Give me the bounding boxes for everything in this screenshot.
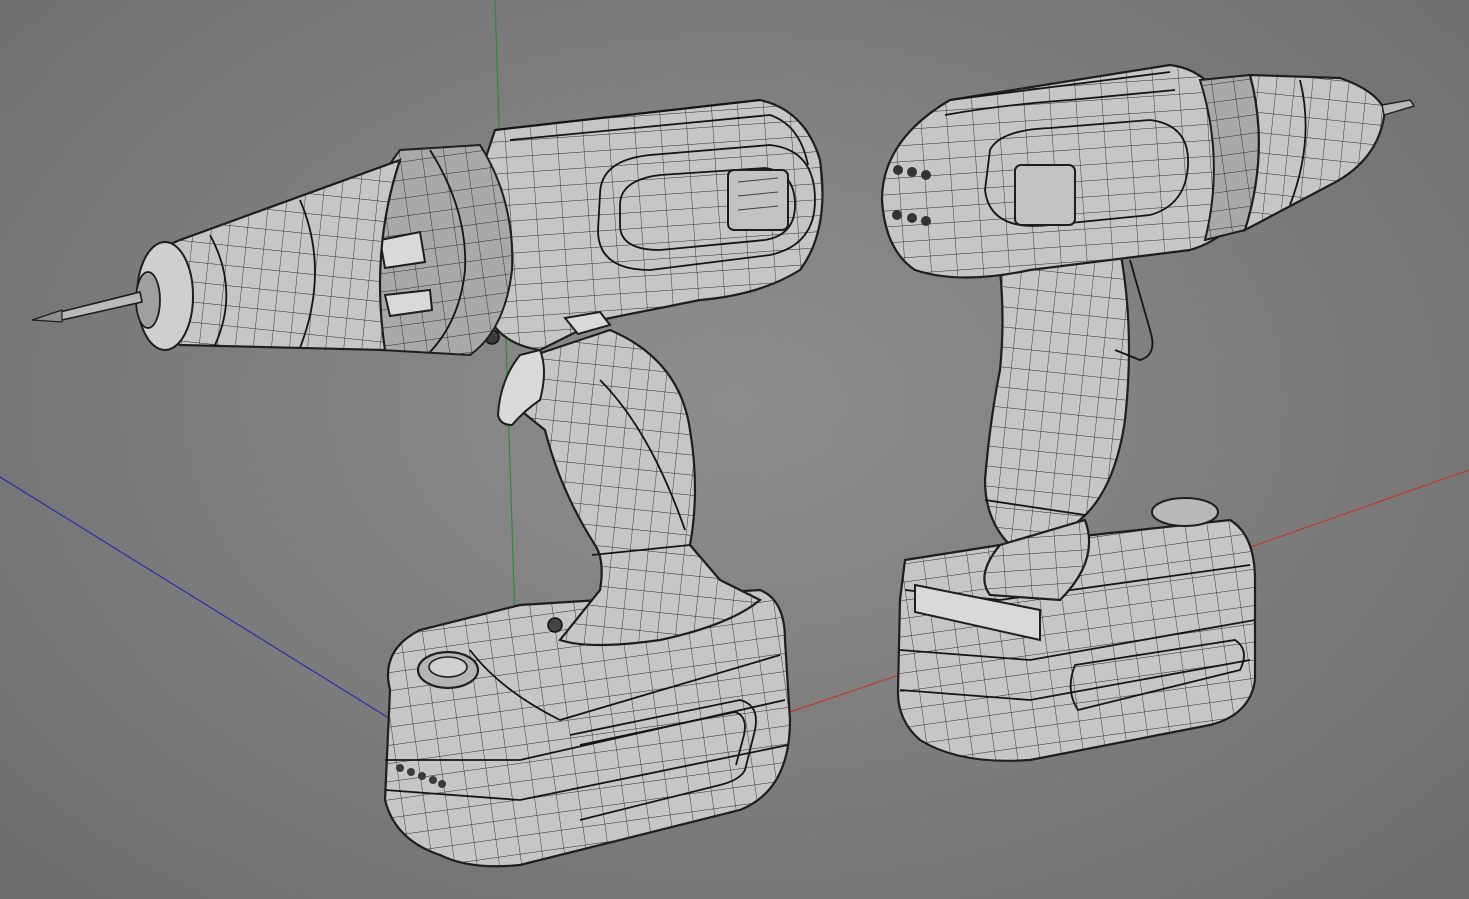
- z-axis-line: [0, 476, 393, 721]
- battery-release-button[interactable]: [1151, 497, 1219, 527]
- drill-chuck[interactable]: [135, 158, 402, 352]
- 3d-viewport[interactable]: [0, 0, 1469, 899]
- direction-switch[interactable]: [1014, 164, 1076, 226]
- x-axis-line: [1247, 469, 1469, 549]
- drill-chuck[interactable]: [1198, 73, 1387, 242]
- drill-bit: [1381, 99, 1416, 116]
- x-axis-line: [789, 672, 906, 713]
- motor-housing[interactable]: [880, 63, 1247, 279]
- drill-handle[interactable]: [496, 328, 762, 647]
- drill-icon[interactable]: [31, 98, 824, 868]
- motor-housing[interactable]: [477, 98, 824, 352]
- direction-switch[interactable]: [727, 169, 789, 231]
- drill-bit: [31, 291, 143, 323]
- drill-icon[interactable]: [880, 63, 1416, 762]
- scene-canvas[interactable]: [0, 0, 1469, 899]
